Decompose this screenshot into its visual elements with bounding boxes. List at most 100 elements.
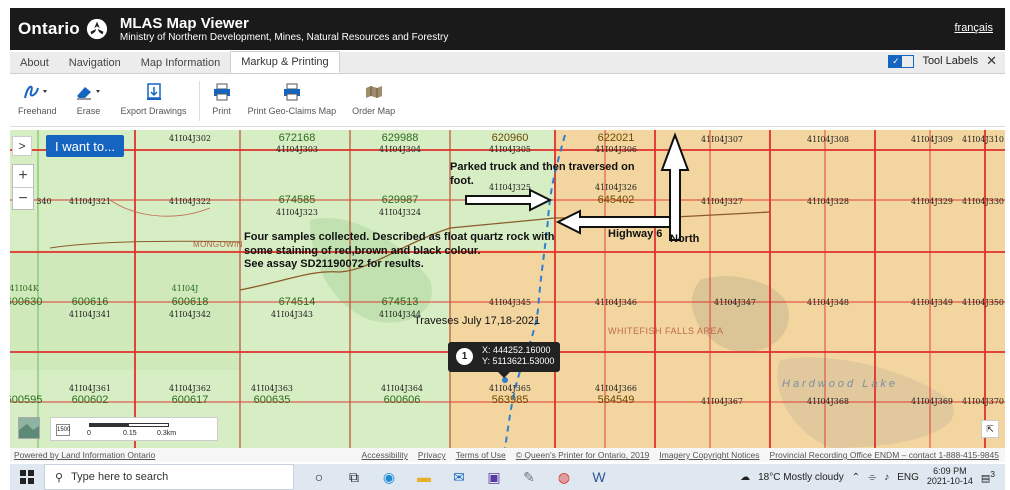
start-button[interactable] (10, 464, 44, 490)
cell-label: 41I04J367 (701, 397, 743, 406)
freehand-button[interactable]: Freehand (18, 81, 57, 116)
taskbar-search-box[interactable]: ⚲ Type here to search (44, 464, 294, 490)
weather-icon[interactable]: ☁ (740, 472, 750, 483)
app-subtitle: Ministry of Northern Development, Mines,… (119, 31, 449, 43)
claim-number: 674585 (278, 194, 316, 206)
app-icon-purple[interactable]: ▣ (481, 466, 507, 488)
order-map-button[interactable]: Order Map (352, 81, 395, 116)
coordinate-y: Y: 5113621.53000 (482, 356, 555, 367)
taskbar-apps: ○ ⧉ ◉ ▬ ✉ ▣ ✎ ◍ W (306, 466, 612, 488)
cell-label: 41I04J364 (381, 384, 423, 393)
taskbar-clock[interactable]: 6:09 PM 2021-10-14 (926, 466, 973, 487)
notifications-icon[interactable]: ▤3 (981, 469, 995, 484)
clock-date: 2021-10-14 (926, 476, 973, 486)
chrome-icon[interactable]: ◍ (551, 466, 577, 488)
cell-label: 41I04J302 (169, 134, 211, 143)
tab-about[interactable]: About (10, 53, 59, 73)
i-want-to-button[interactable]: I want to... (46, 135, 124, 157)
scale-label-end: 0.3km (157, 430, 177, 437)
cell-label: 41I04J (171, 284, 199, 293)
print-geo-claims-button[interactable]: Print Geo-Claims Map (247, 81, 337, 116)
print-geo-claims-label: Print Geo-Claims Map (247, 106, 337, 116)
claim-number: 600616 (71, 296, 109, 308)
zoom-controls: + − (12, 164, 34, 210)
cortana-icon[interactable]: ○ (306, 466, 332, 488)
cell-label: 41I04J306 (595, 145, 637, 154)
order-map-label: Order Map (352, 106, 396, 116)
tab-bar: About Navigation Map Information Markup … (10, 51, 1005, 74)
zoom-in-button[interactable]: + (13, 165, 33, 187)
footer-link-privacy[interactable]: Privacy (418, 450, 446, 460)
print-button[interactable]: Print (212, 81, 232, 116)
cell-label: 41I04J305 (489, 145, 531, 154)
cell-label: 41I04J347 (714, 298, 756, 307)
tool-labels-toggle[interactable]: ✓ (888, 54, 915, 68)
close-icon[interactable]: ✕ (986, 53, 997, 69)
weather-text[interactable]: 18°C Mostly cloudy (758, 472, 844, 483)
map-canvas[interactable]: > I want to... + − 41I04J302 672168 41I0… (10, 130, 1005, 448)
scale-ratio-icon[interactable]: 1500 (56, 424, 70, 436)
trillium-icon (86, 18, 107, 40)
marker-number-badge: 1 (456, 348, 473, 365)
coordinate-popup[interactable]: 1 X: 444252.16000 Y: 5113621.53000 (448, 342, 560, 378)
erase-button[interactable]: Erase (73, 81, 105, 116)
claim-number: 674514 (278, 296, 316, 308)
scale-bar-graphic (89, 423, 169, 427)
expand-panel-button[interactable]: > (12, 136, 32, 156)
tab-map-information[interactable]: Map Information (131, 53, 230, 73)
claim-number: 600602 (71, 394, 109, 406)
place-label-mongowin: MONGOWIN (193, 240, 243, 249)
volume-icon[interactable]: ♪ (884, 472, 889, 483)
mail-icon[interactable]: ✉ (446, 466, 472, 488)
claim-number: 645402 (597, 194, 635, 206)
footer-link-copyright[interactable]: © Queen's Printer for Ontario, 2019 (516, 450, 650, 460)
header-titles: MLAS Map Viewer Ministry of Northern Dev… (120, 15, 448, 44)
app-title: MLAS Map Viewer (119, 14, 249, 32)
footer-link-accessibility[interactable]: Accessibility (362, 450, 408, 460)
app-header: Ontario MLAS Map Viewer Ministry of Nort… (10, 8, 1005, 50)
ontario-logo[interactable]: Ontario (18, 18, 108, 40)
claim-number: 600606 (383, 394, 421, 406)
tab-bar-right: ✓ Tool Labels ✕ (888, 53, 1005, 73)
popup-tail (498, 372, 510, 378)
full-extent-button[interactable]: ⇱ (981, 420, 999, 438)
feather-icon[interactable]: ✎ (516, 466, 542, 488)
claim-number: 600618 (171, 296, 209, 308)
cell-label: 41I04J304 (379, 145, 421, 154)
cell-label: 41I04J341 (69, 310, 111, 319)
cell-label: 41I04J308 (807, 135, 849, 144)
network-icon[interactable]: ⌯ (868, 472, 876, 483)
check-icon: ✓ (889, 55, 903, 67)
powered-by-link[interactable]: Powered by Land Information Ontario (14, 450, 155, 460)
footer-link-recording-office[interactable]: Provincial Recording Office ENDM – conta… (770, 450, 999, 460)
basemap-toggle-button[interactable] (18, 417, 40, 439)
edge-icon[interactable]: ◉ (376, 466, 402, 488)
cell-label: 41I04J330 (962, 197, 1004, 206)
footer-link-terms[interactable]: Terms of Use (456, 450, 506, 460)
tab-markup-printing[interactable]: Markup & Printing (230, 51, 340, 73)
annotation-truck: Parked truck and then traversed on foot. (450, 161, 635, 187)
cell-label: 41I04J324 (379, 208, 421, 217)
map-fold-icon (365, 86, 382, 98)
chevron-up-icon[interactable]: ⌃ (852, 472, 860, 483)
cell-label: 41I04J328 (807, 197, 849, 206)
claim-number: 674513 (381, 296, 419, 308)
word-icon[interactable]: W (586, 466, 612, 488)
language-indicator[interactable]: ENG (897, 472, 919, 483)
cell-label: 41I04J350 (962, 298, 1004, 307)
claim-number: 620960 (491, 132, 529, 144)
freehand-icon (24, 85, 48, 99)
printer-map-icon (283, 83, 300, 101)
cell-label: 41I04J345 (489, 298, 531, 307)
logo-text: Ontario (18, 19, 80, 38)
zoom-out-button[interactable]: − (13, 187, 33, 209)
language-link[interactable]: français (954, 22, 993, 34)
export-drawings-button[interactable]: Export Drawings (121, 81, 187, 116)
tab-navigation[interactable]: Navigation (59, 53, 131, 73)
claim-number: 563985 (491, 394, 529, 406)
task-view-icon[interactable]: ⧉ (341, 466, 367, 488)
search-placeholder: Type here to search (71, 471, 169, 483)
windows-taskbar: ⚲ Type here to search ○ ⧉ ◉ ▬ ✉ ▣ ✎ ◍ W … (10, 464, 1005, 490)
footer-link-imagery[interactable]: Imagery Copyright Notices (659, 450, 759, 460)
file-explorer-icon[interactable]: ▬ (411, 466, 437, 488)
